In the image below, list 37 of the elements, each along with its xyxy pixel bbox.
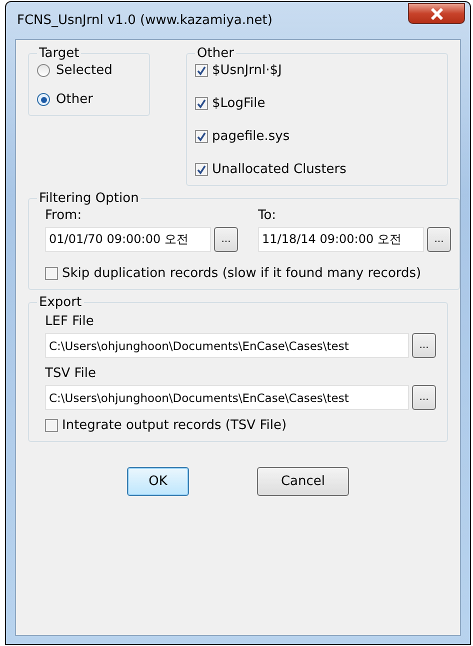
window-title: FCNS_UsnJrnl v1.0 (www.kazamiya.net) xyxy=(16,13,272,28)
path-field[interactable]: C:\Users\ohjunghoon\Documents\EnCase\Cases\test xyxy=(45,385,409,410)
browse-button[interactable]: ... xyxy=(427,227,451,252)
group-label: Export xyxy=(38,295,83,310)
checkbox[interactable] xyxy=(195,130,208,143)
date-field[interactable]: 01/01/70 09:00:00 오전 xyxy=(45,227,211,252)
field-label: LEF File xyxy=(45,314,95,329)
checkbox[interactable] xyxy=(45,419,58,432)
checkbox[interactable] xyxy=(45,267,58,280)
radio-label: Selected xyxy=(56,63,112,78)
checkbox[interactable] xyxy=(195,64,208,77)
checkbox-label: Integrate output records (TSV File) xyxy=(62,418,287,433)
browse-button[interactable]: ... xyxy=(412,333,436,358)
field-label: From: xyxy=(45,208,83,223)
ok-button[interactable]: OK xyxy=(127,467,189,496)
checkbox[interactable] xyxy=(195,163,208,176)
field-label: To: xyxy=(258,208,278,223)
checkbox-label: pagefile.sys xyxy=(212,129,290,144)
radio-button[interactable] xyxy=(37,64,50,77)
close-button[interactable] xyxy=(408,3,465,24)
path-field[interactable]: C:\Users\ohjunghoon\Documents\EnCase\Cases\test xyxy=(45,333,409,358)
checkbox-label: $UsnJrnl·$J xyxy=(212,63,282,78)
browse-button[interactable]: ... xyxy=(412,385,436,410)
group-label: Filtering Option xyxy=(38,191,140,206)
close-icon xyxy=(430,8,444,20)
browse-button[interactable]: ... xyxy=(214,227,238,252)
radio-label: Other xyxy=(56,92,93,107)
date-field[interactable]: 11/18/14 09:00:00 오전 xyxy=(258,227,424,252)
checkbox-label: Skip duplication records (slow if it found many records) xyxy=(62,266,422,281)
group-label: Other xyxy=(196,46,235,61)
group-label: Target xyxy=(38,46,80,61)
checkbox-label: Unallocated Clusters xyxy=(212,162,346,177)
radio-button[interactable] xyxy=(37,93,50,106)
field-label: TSV File xyxy=(45,366,97,381)
checkbox[interactable] xyxy=(195,97,208,110)
cancel-button[interactable]: Cancel xyxy=(257,467,349,496)
checkbox-label: $LogFile xyxy=(212,96,266,111)
